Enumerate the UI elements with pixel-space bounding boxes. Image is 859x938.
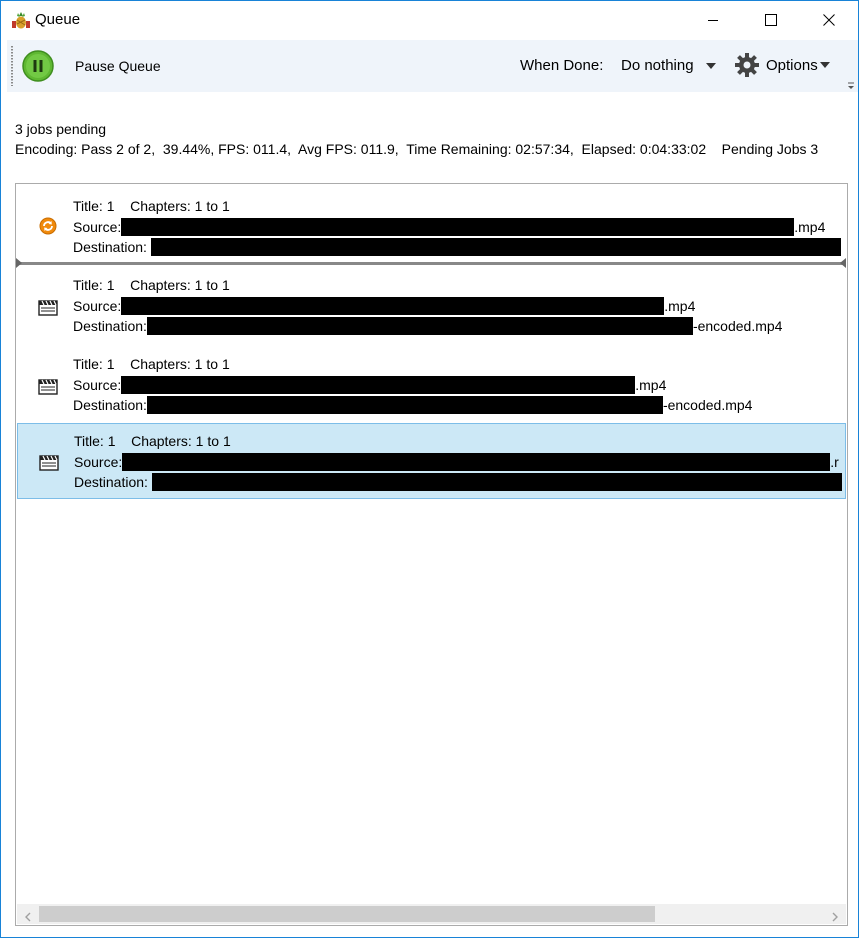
title-bar[interactable]: Queue <box>1 1 858 39</box>
horizontal-scrollbar[interactable] <box>17 904 846 924</box>
chevron-down-icon <box>819 62 830 68</box>
queue-job-row[interactable]: Title: 1 Chapters: 1 to 1 Source: .mp4 De… <box>18 190 844 266</box>
job-destination-line: Destination: -encoded.mp4 <box>73 396 753 414</box>
clapperboard-icon <box>38 300 58 316</box>
toolbar-grip[interactable] <box>11 46 13 86</box>
when-done-value: Do nothing <box>621 57 694 74</box>
maximize-button[interactable] <box>742 1 800 39</box>
job-destination-line: Destination: <box>74 473 842 491</box>
options-label: Options <box>766 56 818 74</box>
redacted-destination-path <box>146 317 693 335</box>
clapperboard-icon <box>39 455 59 471</box>
close-button[interactable] <box>800 1 858 39</box>
redacted-destination-path <box>151 473 842 491</box>
redacted-destination-path <box>150 238 841 256</box>
redacted-source-path <box>121 218 795 236</box>
window-title: Queue <box>35 11 81 28</box>
encoding-in-progress-icon <box>38 216 58 236</box>
chapter-end: 1 <box>221 198 230 214</box>
job-destination-line: Destination: <box>73 238 841 256</box>
pause-queue-label[interactable]: Pause Queue <box>75 58 161 74</box>
queue-window: Queue Pause Queue When Done: Do nothing <box>0 0 859 938</box>
chevron-down-icon <box>705 62 716 69</box>
source-suffix: .r <box>830 454 839 470</box>
job-destination-line: Destination: -encoded.mp4 <box>73 317 783 335</box>
job-title-value: 1 <box>106 277 115 293</box>
redacted-source-path <box>122 453 831 471</box>
redacted-source-path <box>121 376 636 394</box>
when-done-dropdown[interactable]: Do nothing <box>621 57 716 74</box>
redacted-source-path <box>121 297 665 315</box>
job-title-line: Title: 1 Chapters: 1 to 1 <box>74 433 231 449</box>
source-suffix: .mp4 <box>635 377 667 393</box>
scroll-right-icon[interactable] <box>830 909 840 922</box>
close-icon <box>823 14 835 26</box>
active-job-divider <box>16 258 846 268</box>
chapter-start: 1 <box>194 198 203 214</box>
destination-suffix: -encoded.mp4 <box>692 318 783 334</box>
jobs-pending-text: 3 jobs pending <box>15 121 107 137</box>
toolbar-overflow-icon[interactable] <box>847 78 855 89</box>
chapter-start: 1 <box>194 277 203 293</box>
clapperboard-icon <box>38 379 58 395</box>
chapter-start: 1 <box>194 356 203 372</box>
chapter-end: 1 <box>221 277 230 293</box>
job-source-line: Source: .mp4 <box>73 297 696 315</box>
queue-job-list[interactable]: Title: 1 Chapters: 1 to 1 Source: .mp4 De… <box>15 183 848 926</box>
queue-toolbar: Pause Queue When Done: Do nothing Option… <box>7 40 858 92</box>
job-source-line: Source: .mp4 <box>73 376 667 394</box>
pause-icon <box>22 50 54 82</box>
minimize-button[interactable] <box>684 1 742 39</box>
maximize-icon <box>765 14 777 26</box>
job-title-value: 1 <box>107 433 116 449</box>
queue-job-row[interactable]: Title: 1 Chapters: 1 to 1 Source: .mp4 De… <box>18 348 844 424</box>
minimize-icon <box>708 20 718 21</box>
chapter-end: 1 <box>222 433 231 449</box>
job-title-value: 1 <box>106 198 115 214</box>
job-title-line: Title: 1 Chapters: 1 to 1 <box>73 198 230 214</box>
source-suffix: .mp4 <box>794 219 826 235</box>
pause-queue-button[interactable] <box>22 50 54 82</box>
handbrake-pineapple-icon <box>11 10 31 30</box>
destination-suffix: -encoded.mp4 <box>662 397 753 413</box>
scrollbar-thumb[interactable] <box>39 906 655 922</box>
queue-job-row[interactable]: Title: 1 Chapters: 1 to 1 Source: .mp4 De… <box>18 269 844 345</box>
chapter-start: 1 <box>195 433 204 449</box>
encoding-status-text: Encoding: Pass 2 of 2, 39.44%, FPS: 011.… <box>15 141 819 157</box>
job-source-line: Source: .r <box>74 453 839 471</box>
gear-icon <box>735 53 759 77</box>
redacted-destination-path <box>146 396 663 414</box>
source-suffix: .mp4 <box>664 298 696 314</box>
job-title-value: 1 <box>106 356 115 372</box>
when-done-label: When Done: <box>520 57 604 74</box>
job-title-line: Title: 1 Chapters: 1 to 1 <box>73 277 230 293</box>
chapter-end: 1 <box>221 356 230 372</box>
job-title-line: Title: 1 Chapters: 1 to 1 <box>73 356 230 372</box>
job-source-line: Source: .mp4 <box>73 218 826 236</box>
scroll-left-icon[interactable] <box>23 909 33 922</box>
options-button[interactable]: Options <box>734 52 830 78</box>
queue-job-row-selected[interactable]: Title: 1 Chapters: 1 to 1 Source: .r Dest… <box>17 423 846 499</box>
